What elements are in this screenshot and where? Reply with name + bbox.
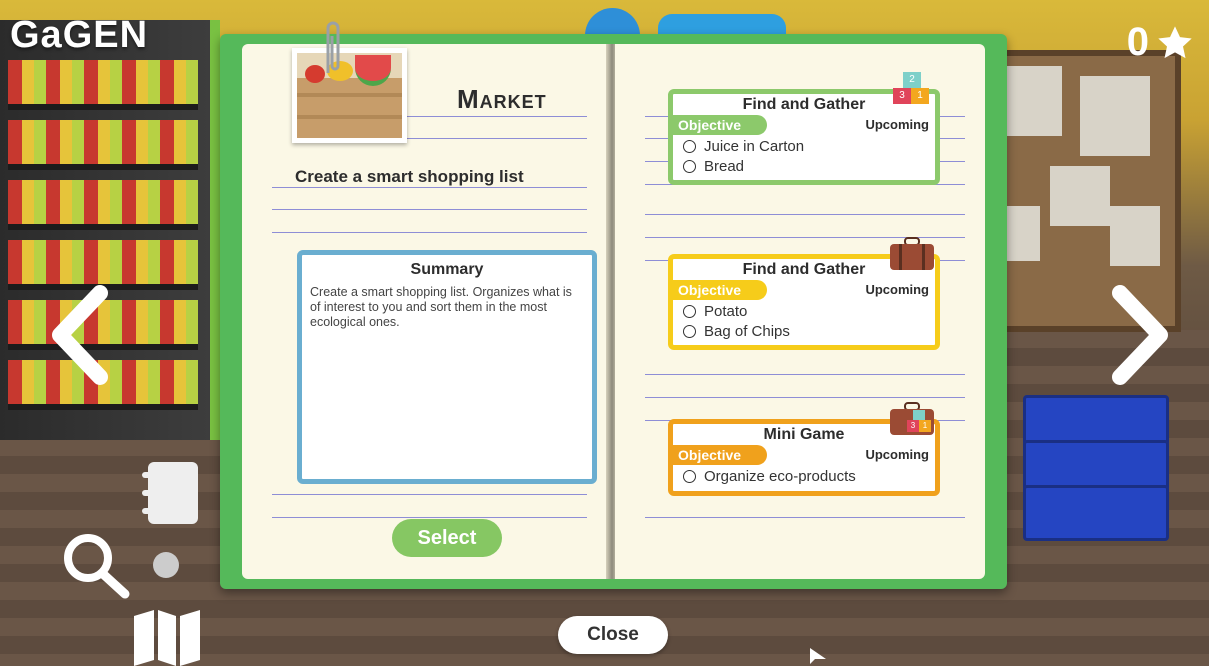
objective-item: Potato <box>683 303 935 320</box>
shopping-basket <box>1023 395 1169 446</box>
summary-text: Create a smart shopping list. Organizes … <box>310 285 572 329</box>
quest-subtitle: Create a smart shopping list <box>295 167 524 186</box>
notebook-icon[interactable] <box>140 460 200 526</box>
checkbox-icon <box>683 470 696 483</box>
indicator-dot <box>153 552 179 578</box>
objective-item: Bread <box>683 158 935 175</box>
close-button[interactable]: Close <box>558 616 668 654</box>
objective-item: Juice in Carton <box>683 138 935 155</box>
paperclip-icon <box>326 21 340 73</box>
chevron-left-icon[interactable] <box>50 285 110 385</box>
objective-tag: Objective <box>668 280 768 300</box>
checkbox-icon <box>683 160 696 173</box>
shopping-basket <box>1023 485 1169 541</box>
objective-tag: Objective <box>668 445 768 465</box>
cursor-icon <box>810 648 826 664</box>
star-icon <box>1158 25 1192 58</box>
checkbox-icon <box>683 325 696 338</box>
score-value: 0 <box>1126 20 1149 64</box>
score-display: 0 <box>1127 20 1195 65</box>
select-button[interactable]: Select <box>392 519 502 557</box>
journal-left-page: Market Create a smart shopping list Summ… <box>242 21 612 579</box>
checkbox-icon <box>683 140 696 153</box>
quest-journal: Market Create a smart shopping list Summ… <box>220 21 1007 589</box>
objective-item: Bag of Chips <box>683 323 935 340</box>
stacked-boxes-icon: 2 3 1 <box>893 72 933 106</box>
search-icon[interactable] <box>60 530 135 600</box>
summary-panel: Summary Create a smart shopping list. Or… <box>297 250 597 484</box>
objective-tag: Objective <box>668 115 768 135</box>
objective-item: Organize eco-products <box>683 468 935 485</box>
checkbox-icon <box>683 305 696 318</box>
quest-status: Upcoming <box>865 117 929 132</box>
map-icon[interactable] <box>132 608 202 666</box>
quest-card[interactable]: Find and Gather Objective Upcoming Juice… <box>668 72 940 185</box>
quest-card[interactable]: Mini Game Objective Upcoming Organize ec… <box>668 402 940 496</box>
game-logo: GaGEN <box>10 14 149 56</box>
shopping-basket <box>1023 440 1169 491</box>
summary-heading: Summary <box>410 261 484 278</box>
briefcase-icon <box>890 237 934 270</box>
location-photo <box>292 21 407 143</box>
quest-card[interactable]: Find and Gather Objective Upcoming Potat… <box>668 237 940 350</box>
journal-right-page: Find and Gather Objective Upcoming Juice… <box>615 44 985 579</box>
briefcase-icon: 3 1 <box>889 402 935 436</box>
quest-status: Upcoming <box>865 447 929 462</box>
quest-status: Upcoming <box>865 282 929 297</box>
store-shelf <box>0 20 220 440</box>
location-title: Market <box>457 84 547 114</box>
chevron-right-icon[interactable] <box>1110 285 1170 385</box>
